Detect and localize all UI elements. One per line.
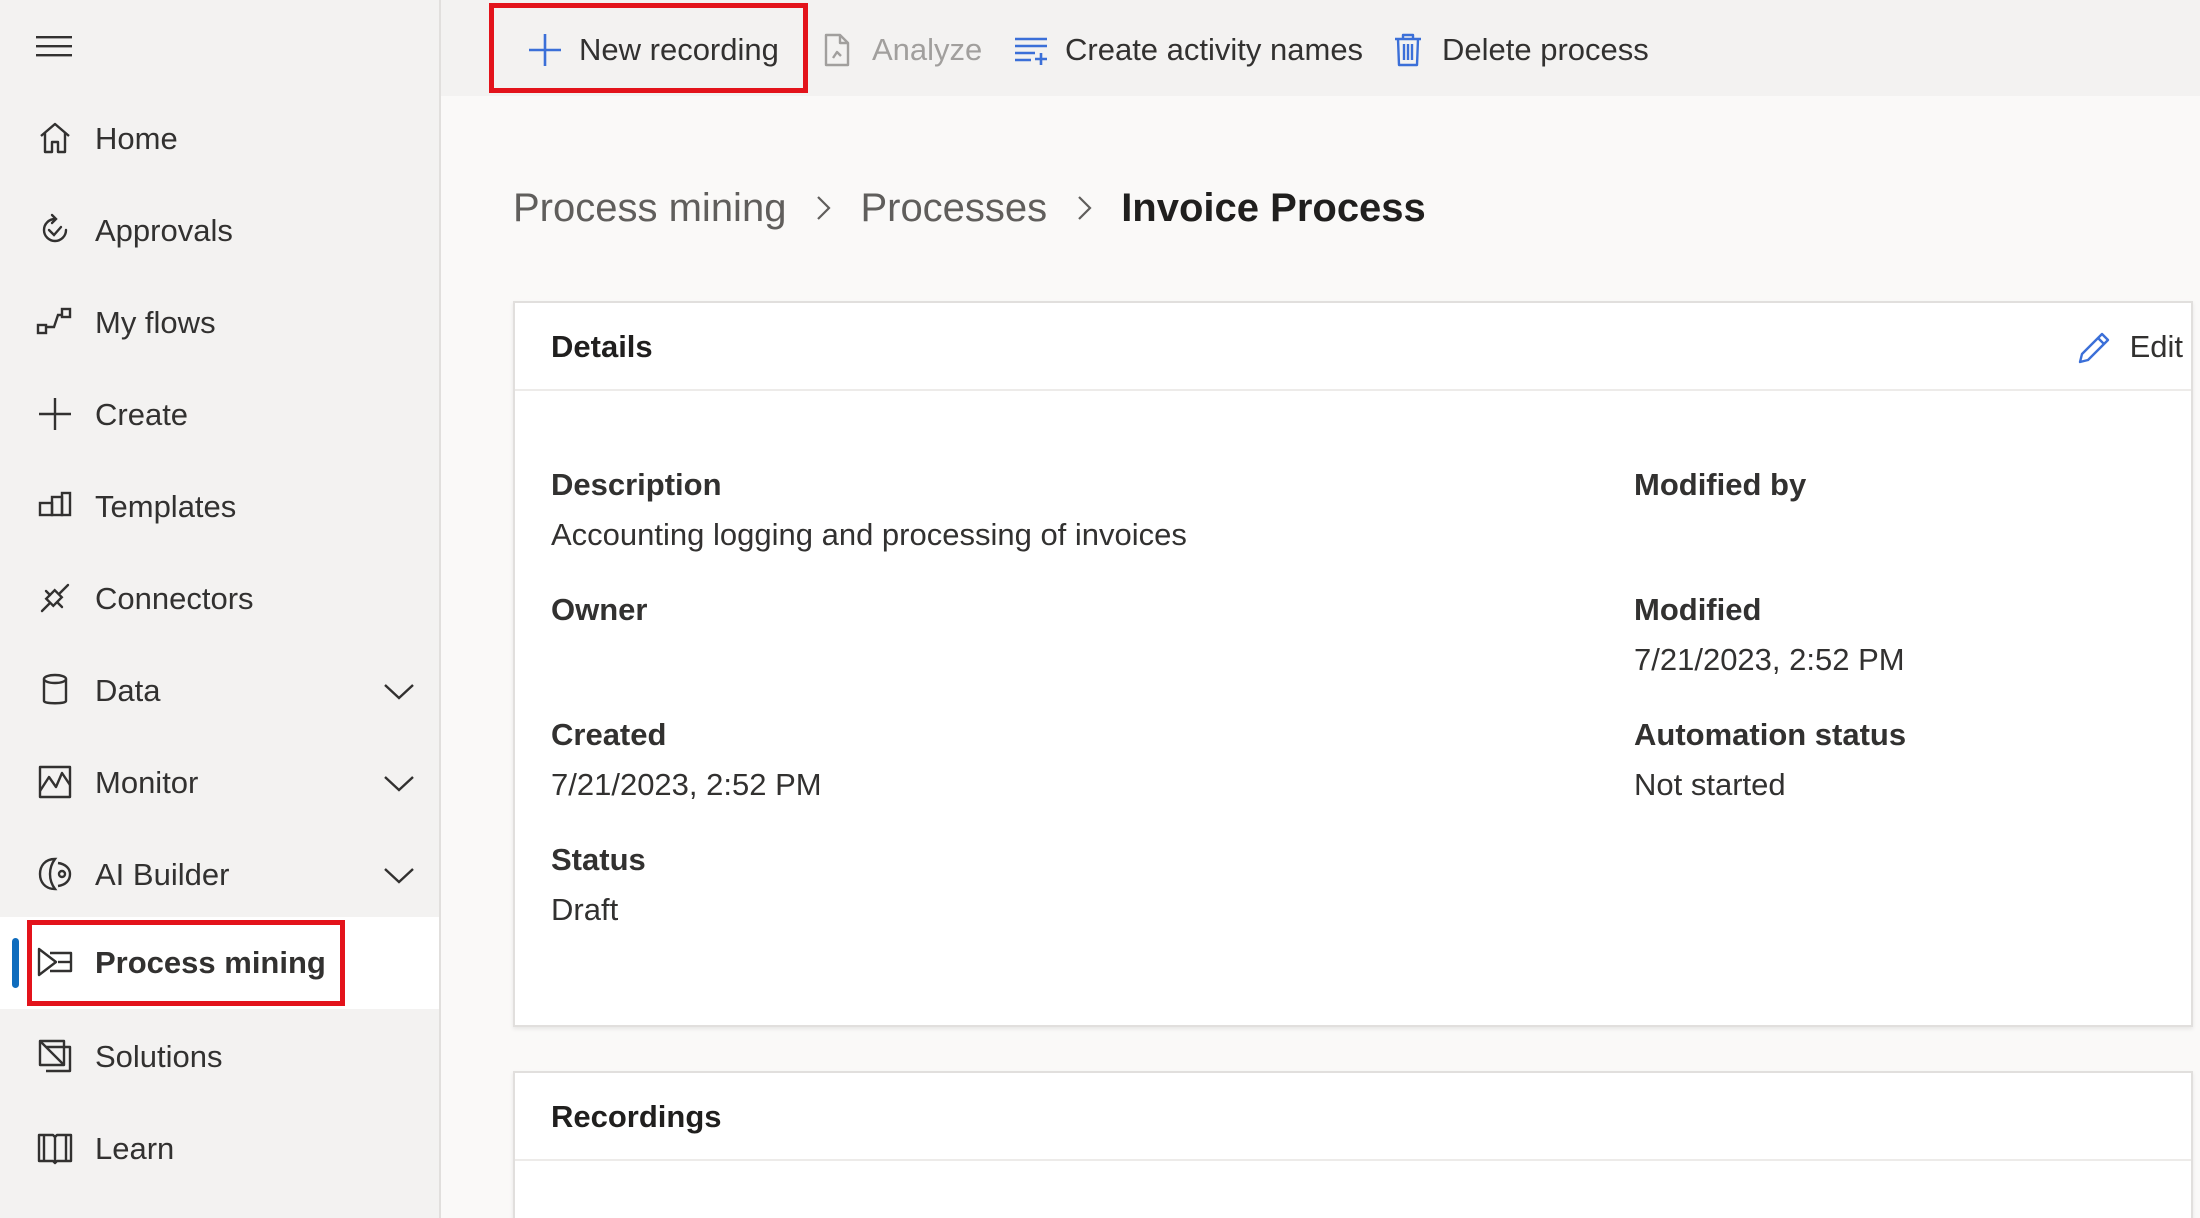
sidebar-item-label: Home — [95, 121, 178, 156]
home-icon — [40, 122, 70, 154]
recordings-title: Recordings — [551, 1099, 722, 1134]
edit-button[interactable]: Edit — [2076, 303, 2183, 391]
database-icon — [42, 673, 68, 705]
flows-icon — [36, 307, 72, 335]
details-title: Details — [551, 329, 653, 364]
edit-label: Edit — [2129, 329, 2183, 364]
sidebar-item-create[interactable]: Create — [0, 369, 439, 461]
automation-status-label: Automation status — [1634, 717, 1907, 752]
sidebar-item-label: My flows — [95, 305, 216, 340]
details-card-header: Details Edit — [515, 303, 2191, 391]
chevron-down-icon[interactable] — [382, 769, 416, 797]
automation-status-field: Automation status Not started — [1634, 713, 1906, 807]
sidebar-item-label: Approvals — [95, 213, 233, 248]
chevron-right-icon — [1078, 196, 1092, 220]
details-card: Details Edit Description Accounting logg… — [513, 301, 2193, 1027]
connectors-icon — [40, 583, 70, 613]
analyze-label: Analyze — [872, 32, 983, 67]
sidebar-item-label: Monitor — [95, 765, 199, 800]
owner-field: Owner — [551, 588, 647, 682]
modified-by-value — [1634, 513, 1806, 557]
recordings-card: Recordings — [513, 1071, 2193, 1218]
sidebar-item-templates[interactable]: Templates — [0, 461, 439, 553]
create-activity-names-label: Create activity names — [1065, 32, 1364, 67]
modified-value: 7/21/2023, 2:52 PM — [1634, 642, 1905, 677]
sidebar-item-approvals[interactable]: Approvals — [0, 185, 439, 277]
modified-label: Modified — [1634, 592, 1762, 627]
sidebar-item-label: AI Builder — [95, 857, 230, 892]
delete-process-button[interactable]: Delete process — [1390, 0, 1649, 100]
solutions-icon — [38, 1039, 72, 1073]
owner-value — [551, 638, 647, 682]
created-field: Created 7/21/2023, 2:52 PM — [551, 713, 822, 807]
book-icon — [37, 1133, 73, 1165]
breadcrumb-current: Invoice Process — [1121, 185, 1426, 230]
description-value: Accounting logging and processing of inv… — [551, 517, 1187, 552]
breadcrumb-processes[interactable]: Processes — [860, 186, 1047, 231]
highlight-box-new-recording — [489, 3, 808, 93]
modified-by-label: Modified by — [1634, 467, 1807, 502]
sidebar-item-data[interactable]: Data — [0, 645, 439, 737]
recordings-card-header: Recordings — [515, 1073, 2191, 1161]
status-field: Status Draft — [551, 838, 646, 932]
sidebar-item-learn[interactable]: Learn — [0, 1103, 439, 1195]
sidebar-item-connectors[interactable]: Connectors — [0, 553, 439, 645]
left-navigation: Home Approvals My flows Create Templates… — [0, 0, 441, 1218]
delete-process-label: Delete process — [1442, 32, 1649, 67]
sidebar-item-label: Templates — [95, 489, 237, 524]
chevron-down-icon[interactable] — [382, 861, 416, 889]
sidebar-item-solutions[interactable]: Solutions — [0, 1011, 439, 1103]
breadcrumb: Process mining Processes Invoice Process — [513, 180, 1426, 236]
approvals-icon — [42, 213, 68, 243]
hamburger-menu-icon[interactable] — [36, 34, 72, 58]
trash-icon — [1395, 33, 1421, 67]
status-value: Draft — [551, 892, 619, 927]
modified-field: Modified 7/21/2023, 2:52 PM — [1634, 588, 1905, 682]
create-activity-names-button[interactable]: Create activity names — [1013, 0, 1363, 100]
owner-label: Owner — [551, 592, 648, 627]
sidebar-item-label: Connectors — [95, 581, 254, 616]
highlight-box-process-mining — [27, 920, 345, 1006]
chevron-right-icon — [817, 196, 831, 220]
automation-status-value: Not started — [1634, 767, 1786, 802]
sidebar-item-label: Create — [95, 397, 189, 432]
analyze-button[interactable]: Analyze — [820, 0, 982, 100]
chevron-down-icon[interactable] — [382, 677, 416, 705]
selected-indicator — [12, 938, 19, 988]
status-label: Status — [551, 842, 646, 877]
sidebar-item-label: Solutions — [95, 1039, 223, 1074]
sidebar-item-monitor[interactable]: Monitor — [0, 737, 439, 829]
monitor-icon — [38, 765, 72, 799]
breadcrumb-process-mining[interactable]: Process mining — [513, 186, 786, 231]
sidebar-item-my-flows[interactable]: My flows — [0, 277, 439, 369]
templates-icon — [38, 491, 72, 517]
pencil-icon — [2078, 332, 2109, 364]
sidebar-item-ai-builder[interactable]: AI Builder — [0, 829, 439, 921]
modified-by-field: Modified by — [1634, 463, 1806, 557]
description-label: Description — [551, 467, 722, 502]
analyze-icon — [824, 33, 850, 67]
created-label: Created — [551, 717, 667, 752]
plus-icon — [39, 398, 71, 430]
sidebar-item-label: Data — [95, 673, 161, 708]
sidebar-item-label: Learn — [95, 1131, 175, 1166]
created-value: 7/21/2023, 2:52 PM — [551, 767, 822, 802]
list-add-icon — [1015, 37, 1047, 65]
sidebar-item-home[interactable]: Home — [0, 93, 439, 185]
ai-builder-icon — [38, 857, 72, 891]
description-field: Description Accounting logging and proce… — [551, 463, 1187, 557]
